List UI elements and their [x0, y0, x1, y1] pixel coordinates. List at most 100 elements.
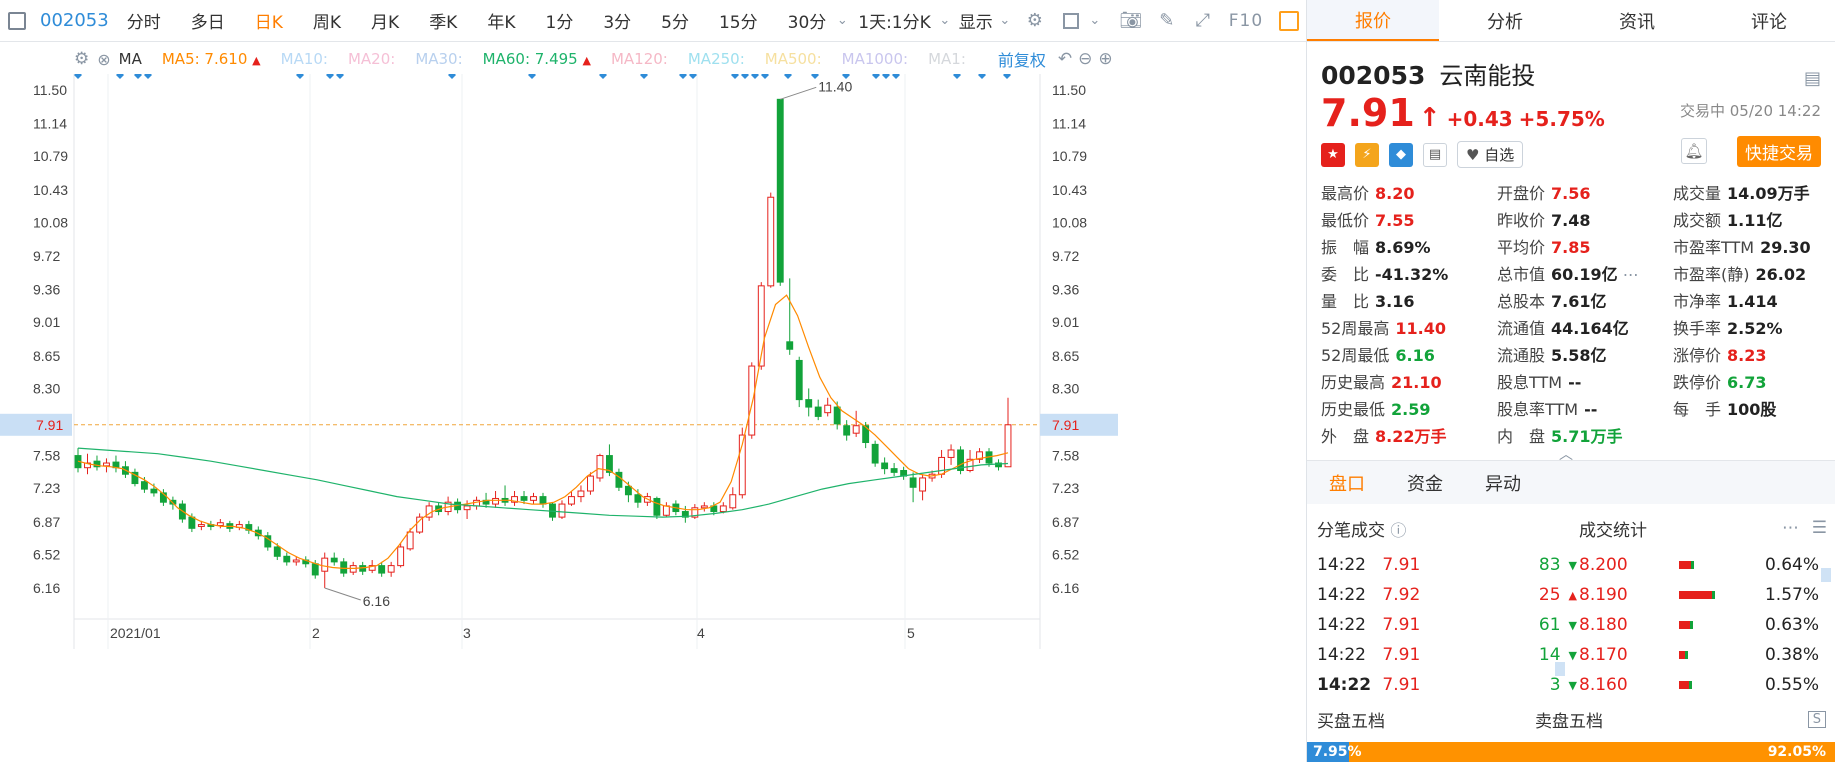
- candle-body[interactable]: [748, 365, 756, 436]
- candle-body[interactable]: [340, 561, 348, 574]
- stats-scrollbar[interactable]: [1821, 568, 1831, 582]
- candle-body[interactable]: [150, 488, 158, 494]
- tab-yidong[interactable]: 异动: [1485, 470, 1521, 496]
- candle-body[interactable]: [103, 462, 110, 467]
- period-tab-yearly[interactable]: 年K: [487, 8, 515, 33]
- candle-body[interactable]: [387, 565, 395, 573]
- candle-body[interactable]: [397, 546, 405, 567]
- period-tab-3min[interactable]: 3分: [603, 8, 631, 33]
- candle-body[interactable]: [938, 456, 946, 475]
- candle-body[interactable]: [283, 555, 291, 563]
- candle-body[interactable]: [729, 494, 737, 509]
- tab-quote[interactable]: 报价: [1307, 0, 1439, 41]
- candle-body[interactable]: [767, 196, 775, 287]
- period-combo-select[interactable]: 1天:1分K: [858, 8, 931, 33]
- help-icon[interactable]: ⓘ: [1390, 521, 1406, 540]
- period-tab-weekly[interactable]: 周K: [313, 8, 341, 33]
- notes-icon[interactable]: ▤: [1423, 142, 1447, 167]
- candle-body[interactable]: [273, 546, 281, 557]
- period-tab-30min[interactable]: 30分: [788, 8, 827, 33]
- candle-body[interactable]: [824, 404, 832, 414]
- candle-body[interactable]: [615, 471, 623, 488]
- layout-toggle-icon[interactable]: [1279, 10, 1300, 31]
- candle-body[interactable]: [909, 477, 917, 488]
- bell-icon[interactable]: 🔔︎: [1681, 138, 1707, 164]
- candle-body[interactable]: [520, 496, 528, 501]
- candle-body[interactable]: [919, 477, 927, 492]
- candle-body[interactable]: [814, 406, 822, 417]
- candle-body[interactable]: [568, 496, 575, 505]
- indicator-close-icon[interactable]: ⊗: [97, 50, 110, 69]
- candle-body[interactable]: [378, 565, 386, 574]
- candle-body[interactable]: [871, 443, 879, 464]
- more-dots-icon[interactable]: ⋯: [1782, 518, 1799, 538]
- period-more-chevron-icon[interactable]: ⌄: [832, 11, 852, 31]
- candle-body[interactable]: [596, 455, 604, 479]
- china-flag-icon[interactable]: ★: [1321, 142, 1345, 167]
- list-view-icon[interactable]: ☰: [1812, 518, 1827, 538]
- more-info-icon[interactable]: ⋯: [1618, 265, 1639, 284]
- candle-body[interactable]: [463, 505, 471, 511]
- candle-body[interactable]: [852, 425, 860, 434]
- adjust-mode-button[interactable]: 前复权: [998, 47, 1046, 71]
- candle-body[interactable]: [492, 497, 499, 505]
- tag-icon[interactable]: ◆: [1389, 142, 1413, 167]
- candle-body[interactable]: [833, 406, 841, 425]
- candle-body[interactable]: [539, 496, 547, 505]
- candle-body[interactable]: [795, 359, 803, 401]
- candle-body[interactable]: [292, 559, 300, 563]
- candle-body[interactable]: [653, 497, 661, 516]
- candle-body[interactable]: [843, 425, 851, 436]
- panel-collapse-icon[interactable]: ▤: [1804, 68, 1821, 89]
- tab-comments[interactable]: 评论: [1703, 0, 1835, 41]
- candle-body[interactable]: [947, 449, 955, 458]
- candle-body[interactable]: [805, 399, 813, 408]
- candle-body[interactable]: [700, 505, 708, 509]
- candle-body[interactable]: [530, 496, 537, 501]
- tab-news[interactable]: 资讯: [1571, 0, 1703, 41]
- camera-icon[interactable]: 📷︎: [1119, 10, 1142, 31]
- add-watchlist-button[interactable]: ♥ 自选: [1457, 141, 1524, 168]
- sidebar-toggle-icon[interactable]: [8, 11, 26, 30]
- candle-body[interactable]: [321, 557, 329, 572]
- period-tab-fenshi[interactable]: 分时: [127, 8, 161, 33]
- candle-body[interactable]: [776, 98, 784, 283]
- f10-button[interactable]: F10: [1229, 11, 1263, 31]
- candle-body[interactable]: [577, 490, 585, 498]
- candle-body[interactable]: [634, 494, 642, 503]
- candle-body[interactable]: [624, 485, 632, 496]
- lightning-icon[interactable]: ⚡: [1355, 142, 1379, 167]
- gear-icon[interactable]: ⚙: [1025, 10, 1045, 31]
- period-tab-duori[interactable]: 多日: [191, 8, 225, 33]
- period-tab-1min[interactable]: 1分: [546, 8, 574, 33]
- candle-body[interactable]: [197, 524, 205, 527]
- candle-body[interactable]: [786, 341, 794, 350]
- candle-body[interactable]: [311, 563, 319, 576]
- fast-trade-button[interactable]: 快捷交易: [1737, 136, 1821, 167]
- display-menu[interactable]: 显示: [959, 8, 993, 33]
- candle-body[interactable]: [558, 503, 566, 518]
- period-tab-quarterly[interactable]: 季K: [429, 8, 457, 33]
- display-chevron-icon[interactable]: ⌄: [995, 11, 1015, 31]
- candle-body[interactable]: [188, 516, 196, 529]
- kline-svg[interactable]: 11.50 11.50 11.14 11.14 10.79 10.79 10.43 10.43…: [0, 71, 1306, 762]
- undo-icon[interactable]: ↶: [1058, 49, 1072, 69]
- candle-body[interactable]: [216, 522, 224, 527]
- period-tab-15min[interactable]: 15分: [719, 8, 758, 33]
- indicator-settings-gear-icon[interactable]: ⚙: [74, 49, 89, 69]
- ma-label[interactable]: MA: [119, 50, 142, 68]
- candle-body[interactable]: [662, 505, 670, 516]
- combo-chevron-icon[interactable]: ⌄: [935, 11, 955, 31]
- period-tab-5min[interactable]: 5分: [661, 8, 689, 33]
- tab-analysis[interactable]: 分析: [1439, 0, 1571, 41]
- candle-body[interactable]: [330, 557, 338, 563]
- candle-body[interactable]: [719, 505, 727, 513]
- zoom-out-icon[interactable]: ⊖: [1078, 49, 1092, 69]
- trades-scrollbar[interactable]: [1555, 662, 1565, 676]
- tab-pankou[interactable]: 盘口: [1329, 470, 1365, 496]
- kline-chart[interactable]: 11.50 11.50 11.14 11.14 10.79 10.79 10.43 10.43…: [0, 71, 1306, 762]
- candle-body[interactable]: [140, 481, 148, 490]
- zoom-in-icon[interactable]: ⊕: [1098, 49, 1112, 69]
- candle-body[interactable]: [587, 475, 594, 492]
- candle-body[interactable]: [406, 531, 414, 550]
